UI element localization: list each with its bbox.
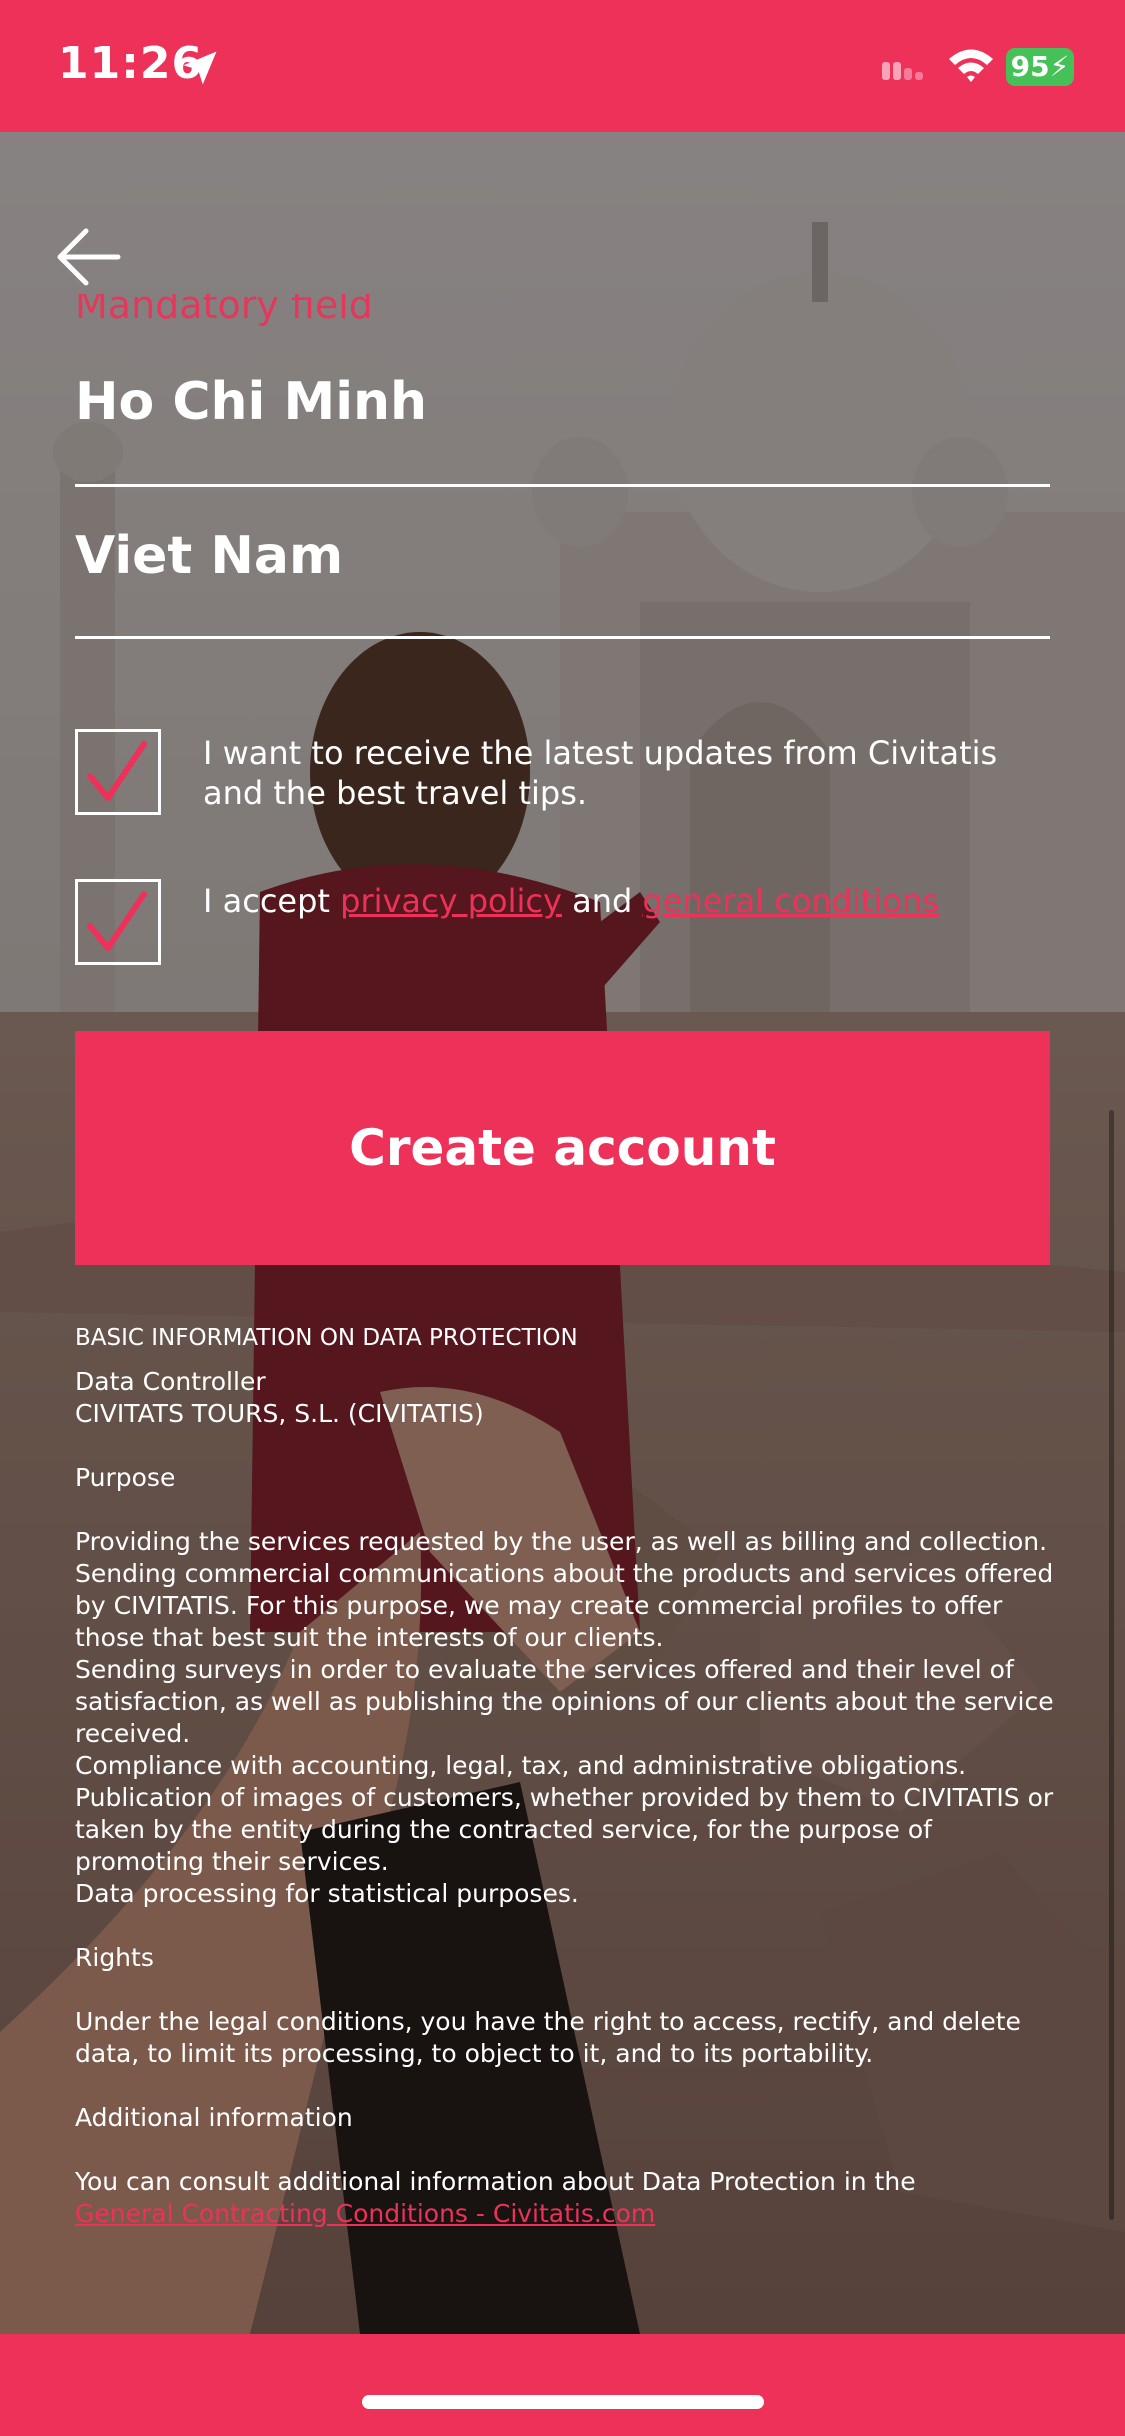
purpose-item: Providing the services requested by the … xyxy=(75,1527,1048,1556)
newsletter-checkbox-row: I want to receive the latest updates fro… xyxy=(75,729,1050,821)
mandatory-field-label: Mandatory field xyxy=(75,294,373,327)
purpose-list: Providing the services requested by the … xyxy=(75,1526,1060,1910)
back-arrow-icon[interactable] xyxy=(52,224,132,290)
wifi-icon xyxy=(949,49,993,82)
privacy-policy-link[interactable]: privacy policy xyxy=(340,882,562,920)
purpose-label: Purpose xyxy=(75,1463,176,1492)
purpose-item: Sending surveys in order to evaluate the… xyxy=(75,1655,1054,1748)
contracting-conditions-link[interactable]: General Contracting Conditions - Civitat… xyxy=(75,2199,655,2228)
city-field-value[interactable]: Ho Chi Minh xyxy=(75,372,427,432)
rights-text: Under the legal conditions, you have the… xyxy=(75,2007,1021,2068)
checkmark-icon xyxy=(87,741,147,801)
additional-info-body: You can consult additional information a… xyxy=(75,2167,916,2196)
purpose-item: Data processing for statistical purposes… xyxy=(75,1879,579,1908)
country-field-value[interactable]: Viet Nam xyxy=(75,526,343,586)
newsletter-checkbox[interactable] xyxy=(75,729,161,815)
data-protection-title: BASIC INFORMATION ON DATA PROTECTION xyxy=(75,1325,578,1351)
purpose-item: Publication of images of customers, whet… xyxy=(75,1783,1054,1876)
terms-and: and xyxy=(561,882,643,920)
newsletter-text: I want to receive the latest updates fro… xyxy=(203,734,998,812)
rights-label: Rights xyxy=(75,1943,154,1972)
additional-info-text: You can consult additional information a… xyxy=(75,2166,1060,2230)
bottom-bar xyxy=(0,2334,1125,2436)
checkmark-icon xyxy=(87,891,147,951)
terms-checkbox-row: I accept privacy policy and general cond… xyxy=(75,879,1050,971)
location-arrow-icon xyxy=(183,51,217,85)
general-conditions-link[interactable]: general conditions xyxy=(642,882,938,920)
create-account-button[interactable]: Create account xyxy=(75,1031,1050,1265)
battery-indicator: 95⚡ xyxy=(1006,48,1074,86)
home-indicator[interactable] xyxy=(362,2395,764,2409)
city-field[interactable]: Ho Chi Minh xyxy=(75,372,1050,487)
battery-level: 95 xyxy=(1010,50,1050,83)
controller-label: Data Controller xyxy=(75,1367,266,1396)
cellular-signal-icon xyxy=(882,62,923,80)
status-bar: 11:26 95⚡ xyxy=(0,0,1125,132)
purpose-item: Compliance with accounting, legal, tax, … xyxy=(75,1751,967,1780)
terms-prefix: I accept xyxy=(203,882,341,920)
controller-section: Data Controller CIVITATS TOURS, S.L. (CIV… xyxy=(75,1366,1060,1430)
additional-info-label: Additional information xyxy=(75,2103,353,2132)
terms-checkbox[interactable] xyxy=(75,879,161,965)
controller-value: CIVITATS TOURS, S.L. (CIVITATIS) xyxy=(75,1399,484,1428)
country-field[interactable]: Viet Nam xyxy=(75,526,1050,639)
terms-text: I accept privacy policy and general cond… xyxy=(203,881,1043,921)
scrollbar[interactable] xyxy=(1109,1110,1114,2220)
data-protection-info: BASIC INFORMATION ON DATA PROTECTION Dat… xyxy=(75,1322,1060,2262)
purpose-item: Sending commercial communications about … xyxy=(75,1559,1054,1652)
